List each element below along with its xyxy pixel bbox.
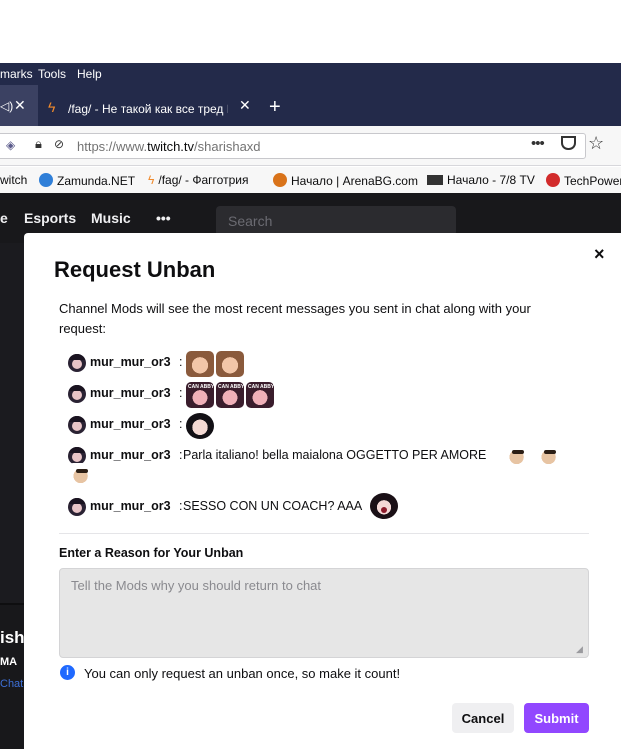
- pocket-icon[interactable]: [561, 136, 576, 150]
- power-icon: [546, 173, 560, 187]
- request-unban-modal: × Request Unban Channel Mods will see th…: [24, 233, 621, 749]
- chat-username: mur_mur_or3: [90, 417, 171, 431]
- chat-username: mur_mur_or3: [90, 499, 171, 513]
- emote-icon: [186, 382, 214, 408]
- tab-close-icon[interactable]: ✕: [239, 97, 251, 114]
- emote-icon: [246, 382, 274, 408]
- channel-name-fragment: ish: [0, 628, 25, 647]
- submit-button[interactable]: Submit: [524, 703, 589, 733]
- nav-music[interactable]: Music: [91, 210, 131, 226]
- emote-icon: [216, 351, 244, 377]
- menu-help[interactable]: Help: [77, 67, 102, 81]
- twitch-search[interactable]: Search: [216, 206, 456, 236]
- emote-icon: [536, 444, 564, 470]
- address-toolbar: ◈ 🔒︎ ⊘ https://www.twitch.tv/sharishaxd …: [0, 126, 621, 166]
- nav-esports[interactable]: Esports: [24, 210, 76, 226]
- browser-tabbar: ◁) ✕ ϟ /fag/ - Не такой как все тред № ✕…: [0, 85, 621, 126]
- emote-icon: [186, 413, 214, 439]
- bookmark-twitch[interactable]: witch: [0, 173, 27, 187]
- tab-title: /fag/ - Не такой как все тред №: [68, 102, 228, 116]
- bookmark-zamunda[interactable]: Zamunda.NET: [39, 173, 135, 188]
- nav-item[interactable]: e: [0, 210, 8, 226]
- chat-text: Parla italiano! bella maialona OGGETTO P…: [183, 448, 487, 462]
- emote-icon: [504, 444, 532, 470]
- avatar: [68, 385, 86, 403]
- avatar: [68, 354, 86, 372]
- bookmark-star-icon[interactable]: ☆: [588, 133, 604, 154]
- divider: [59, 533, 589, 534]
- shield-icon[interactable]: ◈: [6, 138, 15, 152]
- chat-username: mur_mur_or3: [90, 448, 171, 462]
- tab-close-icon[interactable]: ✕: [14, 97, 26, 114]
- cancel-button[interactable]: Cancel: [452, 703, 514, 733]
- new-tab-icon[interactable]: +: [269, 96, 281, 119]
- info-icon: i: [60, 665, 75, 680]
- chat-link-fragment[interactable]: Chat: [0, 678, 23, 690]
- reason-textarea[interactable]: [59, 568, 589, 658]
- modal-title: Request Unban: [54, 257, 216, 282]
- menu-tools[interactable]: Tools: [38, 67, 66, 81]
- bookmark-techpower[interactable]: TechPower: [546, 173, 621, 188]
- bolt-icon: ϟ: [148, 173, 155, 187]
- intro-text: Channel Mods will see the most recent me…: [59, 301, 531, 336]
- emote-icon: [186, 351, 214, 377]
- chat-text: SESSO CON UN COACH? AAA: [183, 499, 363, 513]
- emote-icon: [216, 382, 244, 408]
- search-placeholder: Search: [228, 213, 273, 229]
- url-text[interactable]: https://www.twitch.tv/sharishaxd: [77, 139, 261, 154]
- menu-bookmarks[interactable]: marks: [0, 67, 33, 81]
- channel-info-edge: [0, 605, 24, 749]
- emote-icon: [370, 493, 398, 519]
- avatar: [68, 416, 86, 434]
- more-icon[interactable]: •••: [156, 210, 171, 226]
- permissions-icon[interactable]: ⊘: [54, 137, 64, 151]
- bookmarks-toolbar: witch Zamunda.NET ϟ/fag/ - Фагготрия Нач…: [0, 167, 621, 193]
- bookmark-fag[interactable]: ϟ/fag/ - Фагготрия: [148, 173, 248, 187]
- globe-icon: [39, 173, 53, 187]
- chat-username: mur_mur_or3: [90, 355, 171, 369]
- close-icon[interactable]: ×: [594, 244, 605, 265]
- lock-icon[interactable]: 🔒︎: [35, 136, 42, 152]
- video-player-edge: [0, 243, 24, 603]
- resize-handle-icon[interactable]: ◢: [576, 644, 583, 655]
- arenabg-icon: [273, 173, 287, 187]
- category-fragment: MA: [0, 656, 18, 668]
- bookmark-arenabg[interactable]: Начало | ArenaBG.com: [273, 173, 418, 188]
- tab-fag-thread[interactable]: ϟ /fag/ - Не такой как все тред № ✕: [38, 85, 260, 126]
- browser-menubar: marks Tools Help: [0, 63, 621, 85]
- tv-icon: [427, 175, 443, 185]
- page-actions-icon[interactable]: •••: [531, 135, 545, 152]
- tab-active[interactable]: ◁) ✕: [0, 85, 38, 126]
- avatar: [68, 498, 86, 516]
- chat-username: mur_mur_or3: [90, 386, 171, 400]
- speaker-icon[interactable]: ◁): [0, 99, 13, 113]
- emote-icon: [68, 463, 96, 489]
- reason-label: Enter a Reason for Your Unban: [59, 546, 244, 560]
- bookmark-78tv[interactable]: Начало - 7/8 TV: [427, 173, 535, 187]
- bolt-icon: ϟ: [48, 99, 56, 115]
- unban-once-notice: You can only request an unban once, so m…: [84, 666, 401, 681]
